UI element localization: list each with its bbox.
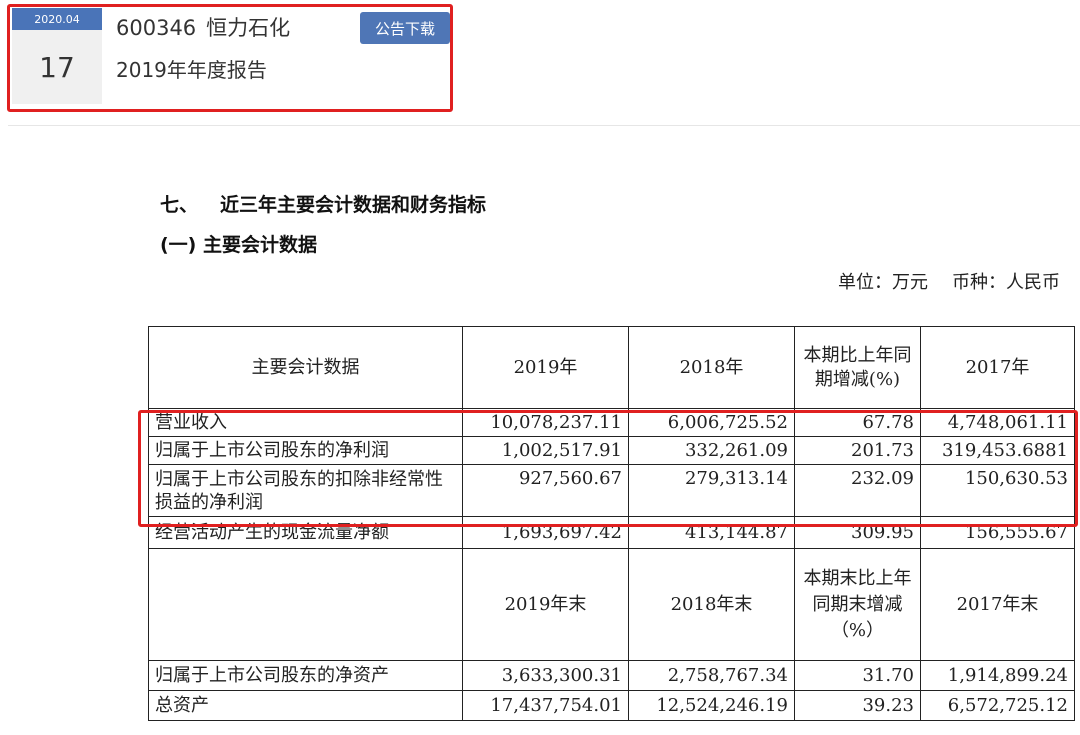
section-number: 七、: [160, 194, 199, 216]
value-cell: 319,453.6881: [920, 436, 1075, 465]
date-day: 17: [39, 50, 75, 84]
row-label: 归属于上市公司股东的净利润: [148, 436, 463, 465]
value-cell: 6,006,725.52: [628, 408, 795, 437]
header-cell: 2017年: [920, 326, 1075, 409]
value-cell: 3,633,300.31: [462, 660, 629, 691]
row-label: 经营活动产生的现金流量净额: [148, 516, 463, 549]
table-header-row: 主要会计数据 2019年 2018年 本期比上年同期增减(%) 2017年: [148, 326, 1075, 409]
value-cell: 67.78: [794, 408, 921, 437]
unit-label: 单位：万元: [838, 272, 928, 293]
table-row: 归属于上市公司股东的扣除非经常性损益的净利润 927,560.67 279,31…: [148, 464, 1075, 517]
value-cell: 1,914,899.24: [920, 660, 1075, 691]
value-cell: 10,078,237.11: [462, 408, 629, 437]
value-cell: 279,313.14: [628, 464, 795, 517]
announcement-card[interactable]: 2020.04 17 600346 恒力石化 2019年年度报告 公告下载: [0, 0, 1080, 125]
header-cell: 本期末比上年同期末增减（%）: [794, 548, 921, 661]
row-label: 营业收入: [148, 408, 463, 437]
report-title[interactable]: 2019年年度报告: [116, 54, 267, 83]
value-cell: 31.70: [794, 660, 921, 691]
value-cell: 332,261.09: [628, 436, 795, 465]
row-label: 归属于上市公司股东的扣除非经常性损益的净利润: [148, 464, 463, 517]
date-box: 2020.04 17: [12, 8, 102, 104]
value-cell: 156,555.67: [920, 516, 1075, 549]
value-cell: 201.73: [794, 436, 921, 465]
header-cell: 2018年末: [628, 548, 795, 661]
header-cell: 2019年: [462, 326, 629, 409]
currency-label: 币种：人民币: [952, 272, 1060, 293]
row-label: 总资产: [148, 690, 463, 721]
header-cell: 本期比上年同期增减(%): [794, 326, 921, 409]
stock-code: 600346: [116, 16, 197, 40]
stock-heading[interactable]: 600346 恒力石化: [116, 12, 290, 42]
table-header-row: 2019年末 2018年末 本期末比上年同期末增减（%） 2017年末: [148, 548, 1075, 661]
subsection-heading: (一) 主要会计数据: [160, 234, 317, 256]
value-cell: 2,758,767.34: [628, 660, 795, 691]
section-title: 近三年主要会计数据和财务指标: [220, 194, 487, 216]
download-button[interactable]: 公告下载: [360, 12, 450, 44]
value-cell: 6,572,725.12: [920, 690, 1075, 721]
header-cell: 2018年: [628, 326, 795, 409]
unit-line: 单位：万元 币种：人民币: [838, 268, 1060, 294]
table-row: 经营活动产生的现金流量净额 1,693,697.42 413,144.87 30…: [148, 516, 1075, 549]
value-cell: 39.23: [794, 690, 921, 721]
accounting-data-table: 主要会计数据 2019年 2018年 本期比上年同期增减(%) 2017年 营业…: [148, 326, 1075, 721]
table-row: 营业收入 10,078,237.11 6,006,725.52 67.78 4,…: [148, 408, 1075, 437]
table-row: 归属于上市公司股东的净资产 3,633,300.31 2,758,767.34 …: [148, 660, 1075, 691]
date-year-month: 2020.04: [12, 8, 102, 30]
value-cell: 232.09: [794, 464, 921, 517]
value-cell: 1,002,517.91: [462, 436, 629, 465]
table-row: 总资产 17,437,754.01 12,524,246.19 39.23 6,…: [148, 690, 1075, 721]
value-cell: 927,560.67: [462, 464, 629, 517]
value-cell: 4,748,061.11: [920, 408, 1075, 437]
value-cell: 1,693,697.42: [462, 516, 629, 549]
header-cell: 2019年末: [462, 548, 629, 661]
header-cell: [148, 548, 463, 661]
value-cell: 17,437,754.01: [462, 690, 629, 721]
value-cell: 413,144.87: [628, 516, 795, 549]
section-heading: 七、 近三年主要会计数据和财务指标: [160, 190, 486, 217]
divider: [8, 125, 1080, 126]
header-cell: 主要会计数据: [148, 326, 463, 409]
value-cell: 150,630.53: [920, 464, 1075, 517]
header-cell: 2017年末: [920, 548, 1075, 661]
company-name: 恒力石化: [206, 16, 291, 40]
value-cell: 12,524,246.19: [628, 690, 795, 721]
table-row: 归属于上市公司股东的净利润 1,002,517.91 332,261.09 20…: [148, 436, 1075, 465]
row-label: 归属于上市公司股东的净资产: [148, 660, 463, 691]
value-cell: 309.95: [794, 516, 921, 549]
